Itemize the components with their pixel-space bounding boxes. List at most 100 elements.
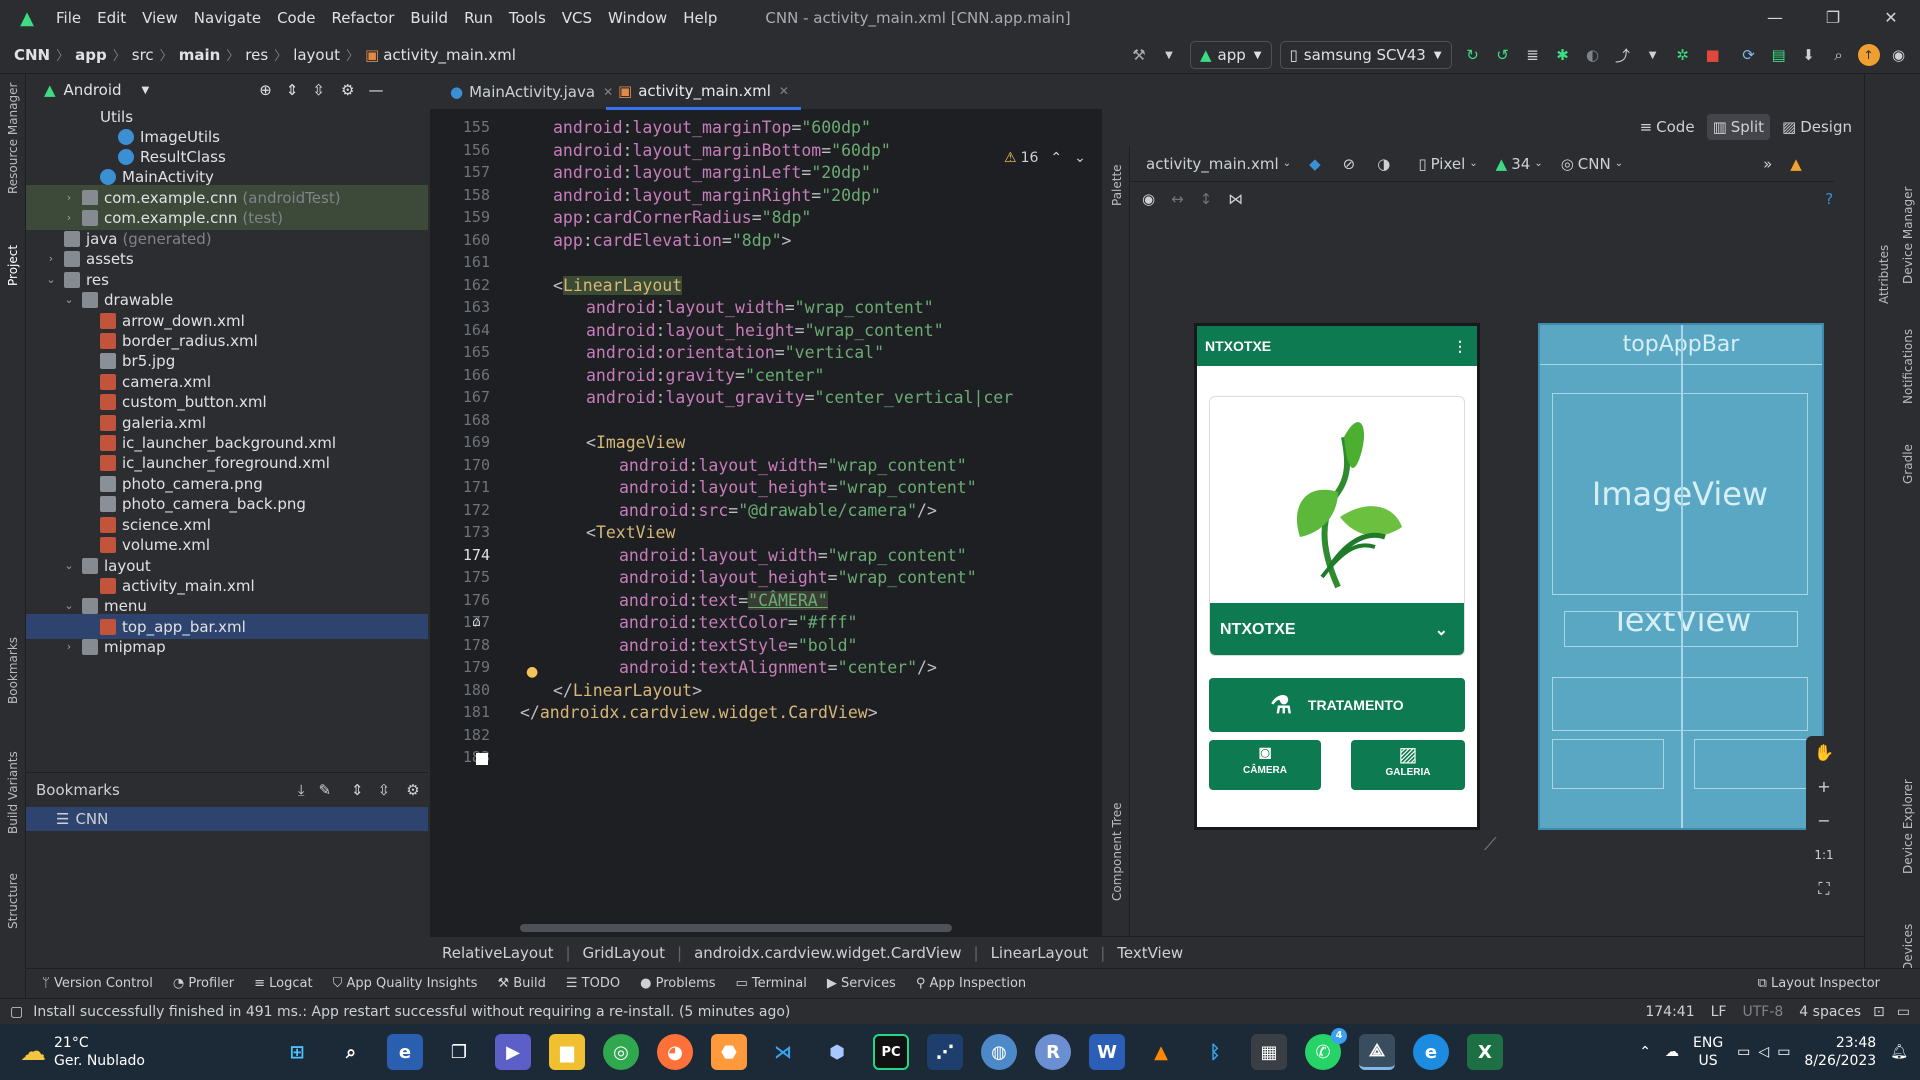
account-icon[interactable]: ◉ (1888, 44, 1910, 66)
memory-indicator-icon[interactable]: ▭ (1897, 1004, 1910, 1020)
api-level-select[interactable]: 34 (1511, 155, 1530, 173)
run-coverage-icon[interactable]: ⤴ (1612, 44, 1634, 66)
tree-item[interactable]: › mipmap (62, 634, 428, 659)
tool-project[interactable]: Project (6, 245, 20, 286)
design-view-button[interactable]: ▨ Design (1776, 114, 1858, 140)
search-icon[interactable]: ⌕ (1828, 44, 1850, 66)
chevron-right-icon[interactable]: › (62, 640, 76, 653)
crumb-layout[interactable]: layout (293, 46, 340, 64)
chevron-down-icon[interactable]: ⌄ (62, 293, 76, 306)
edge-beta-icon[interactable]: e (387, 1034, 423, 1070)
tool-device-manager[interactable]: Device Manager (1901, 187, 1915, 284)
whatsapp-icon[interactable]: ✆ 4 (1305, 1028, 1347, 1070)
bluetooth-icon[interactable]: ᛒ (1197, 1034, 1233, 1070)
logcat-tab[interactable]: ≡ Logcat (254, 976, 312, 991)
language-code[interactable]: ENG (1693, 1034, 1723, 1052)
menu-build[interactable]: Build (410, 9, 448, 27)
menu-window[interactable]: Window (608, 9, 667, 27)
crumb-module[interactable]: app (75, 46, 107, 64)
inspection-widget[interactable]: ⚠ 16 ⌃ ⌄ (1004, 150, 1086, 166)
start-icon[interactable]: ⊞ (279, 1034, 315, 1070)
chevron-right-icon[interactable]: › (62, 211, 76, 224)
excel-icon[interactable]: X (1467, 1034, 1503, 1070)
tool-build-variants[interactable]: Build Variants (6, 751, 20, 834)
tab-mainactivity[interactable]: ● MainActivity.java ✕ (438, 74, 625, 110)
clock-date[interactable]: 8/26/2023 (1804, 1052, 1876, 1070)
sdk-manager-icon[interactable]: ⬇ (1798, 44, 1820, 66)
caret-position[interactable]: 174:41 (1645, 1004, 1694, 1020)
project-view-select[interactable]: Android (64, 81, 122, 99)
tool-structure[interactable]: Structure (6, 873, 20, 929)
code-view-button[interactable]: ≡ Code (1634, 114, 1701, 140)
battery-icon[interactable]: ▭ (1777, 1044, 1790, 1060)
tool-notifications[interactable]: Notifications (1901, 329, 1915, 404)
task-view-icon[interactable]: ❐ (441, 1034, 477, 1070)
layout-inspector-tab[interactable]: ⧉ Layout Inspector (1758, 976, 1880, 991)
edit-icon[interactable]: ✎ (318, 781, 331, 799)
todo-tab[interactable]: ☰ TODO (566, 976, 620, 991)
network-app-icon[interactable]: ⋰ (927, 1034, 963, 1070)
add-bookmark-icon[interactable]: ⤓ (298, 781, 305, 799)
minimize-icon[interactable]: — (1746, 0, 1804, 36)
tool-device-explorer[interactable]: Device Explorer (1901, 779, 1915, 874)
firefox-icon[interactable]: ◕ (657, 1034, 693, 1070)
clock-time[interactable]: 23:48 (1804, 1034, 1876, 1052)
chevron-down-icon[interactable]: ▼ (1158, 44, 1180, 66)
photos-icon[interactable]: ⬣ (711, 1034, 747, 1070)
pycharm-icon[interactable]: PC (873, 1034, 909, 1070)
attach-debugger-icon[interactable]: ✲ (1672, 44, 1694, 66)
chevron-down-icon[interactable]: ⌄ (62, 559, 76, 572)
vertical-resize-icon[interactable]: ↕ (1200, 190, 1213, 208)
help-icon[interactable]: ? (1825, 190, 1833, 208)
version-control-tab[interactable]: ᛘ Version Control (42, 976, 153, 991)
expand-all-icon[interactable]: ⇕ (351, 781, 364, 799)
profile-icon[interactable]: ◐ (1582, 44, 1604, 66)
profiler-tab[interactable]: ◔ Profiler (173, 976, 234, 991)
status-message[interactable]: Install successfully finished in 491 ms.… (33, 1004, 790, 1020)
collapse-all-icon[interactable]: ⇳ (312, 81, 325, 99)
tool-attributes[interactable]: Attributes (1877, 245, 1891, 304)
chevron-down-icon[interactable]: ▼ (142, 85, 150, 96)
menu-vcs[interactable]: VCS (562, 9, 592, 27)
tool-gradle[interactable]: Gradle (1901, 444, 1915, 484)
tool-resource-manager[interactable]: Resource Manager (6, 83, 20, 194)
blueprint-preview[interactable]: topAppBar ImageView TextView (1538, 323, 1824, 830)
crumb-file[interactable]: activity_main.xml (383, 46, 516, 64)
menu-help[interactable]: Help (683, 9, 717, 27)
indent-setting[interactable]: 4 spaces (1799, 1004, 1861, 1020)
stop-icon[interactable]: ■ (1702, 44, 1724, 66)
chrome-icon[interactable]: ◎ (603, 1034, 639, 1070)
chevron-up-icon[interactable]: ⌃ (1639, 1044, 1651, 1060)
phone-preview[interactable]: NTXOTXE ⋮ NTXOTXE ⌄ ⚗ TRATAMENTO ◙ CÂMER… (1194, 323, 1480, 830)
update-icon[interactable]: ↑ (1857, 44, 1880, 66)
terminal-tab[interactable]: ▭ Terminal (736, 976, 807, 991)
word-icon[interactable]: W (1089, 1034, 1125, 1070)
volume-icon[interactable]: ◁ (1758, 1044, 1769, 1060)
crumb-gridlayout[interactable]: GridLayout (583, 944, 665, 962)
hide-icon[interactable]: — (368, 81, 383, 99)
device-select[interactable]: ▯ samsung SCV43 ▼ (1279, 41, 1452, 69)
collapse-all-icon[interactable]: ⇳ (378, 781, 391, 799)
expand-icon[interactable]: » (1763, 155, 1772, 173)
list-icon[interactable]: ≣ (1522, 44, 1544, 66)
android-studio-taskbar-icon[interactable]: ⟁ (1359, 1034, 1395, 1070)
menu-navigate[interactable]: Navigate (194, 9, 261, 27)
debug-icon[interactable]: ✱ (1552, 44, 1574, 66)
crumb-cardview[interactable]: androidx.cardview.widget.CardView (694, 944, 961, 962)
camera-button[interactable]: ◙ CÂMERA (1209, 740, 1321, 790)
layout-file-select[interactable]: activity_main.xml (1146, 155, 1279, 173)
edge-icon[interactable]: e (1413, 1034, 1449, 1070)
crumb-relativelayout[interactable]: RelativeLayout (442, 944, 553, 962)
build-tab[interactable]: ⚒ Build (497, 976, 545, 991)
restore-icon[interactable]: ❐ (1804, 0, 1862, 36)
run-config-select[interactable]: ▲ app ▼ (1190, 41, 1272, 69)
display-icon[interactable]: ▭ (1737, 1044, 1750, 1060)
code-editor[interactable]: 155 android:layout_marginTop="600dp" 156 an… (430, 110, 1102, 936)
crumb-textview[interactable]: TextView (1117, 944, 1183, 962)
status-toggle-icon[interactable]: ▢ (10, 1004, 23, 1020)
file-encoding[interactable]: UTF-8 (1742, 1004, 1783, 1020)
globe-app-icon[interactable]: ◍ (981, 1034, 1017, 1070)
region-code[interactable]: US (1693, 1052, 1723, 1070)
chevron-up-icon[interactable]: ⌃ (1050, 150, 1062, 166)
menu-tools[interactable]: Tools (509, 9, 546, 27)
